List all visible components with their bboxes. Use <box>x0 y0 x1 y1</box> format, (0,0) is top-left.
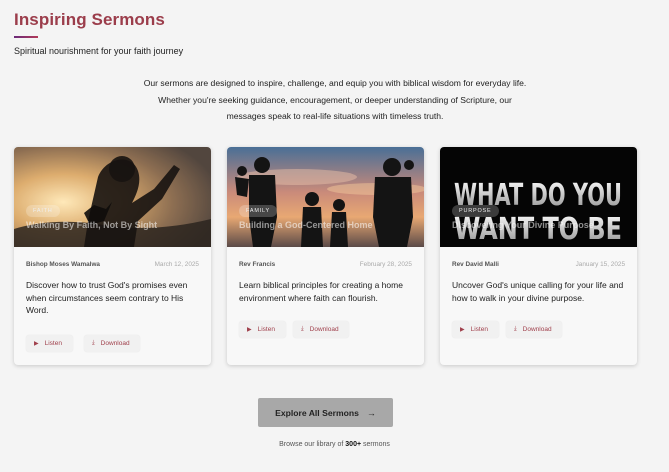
listen-label: Listen <box>470 326 488 333</box>
play-icon: ▶ <box>34 341 39 347</box>
sermon-description: Learn biblical principles for creating a… <box>239 280 403 303</box>
library-count: 300+ <box>345 441 362 448</box>
explore-label: Explore All Sermons <box>275 407 359 418</box>
download-icon: ⤓ <box>92 340 95 346</box>
play-icon: ▶ <box>247 327 252 333</box>
sermon-thumbnail[interactable]: FAITH Walking By Faith, Not By Sight <box>14 147 211 247</box>
intro-text: Our sermons are designed to inspire, cha… <box>110 75 560 125</box>
library-note: Browse our library of 300+ sermons <box>0 441 669 448</box>
sermon-date: February 28, 2025 <box>359 261 412 268</box>
sermon-card[interactable]: WHAT DO YOU WANT TO BE PURPOSE Discoveri… <box>440 147 637 365</box>
sermon-card[interactable]: FAMILY Building a God-Centered Home Rev … <box>227 147 424 365</box>
download-button[interactable]: ⤓ Download <box>84 335 140 352</box>
download-button[interactable]: ⤓ Download <box>293 321 349 338</box>
sermon-meta: Rev Francis February 28, 2025 <box>239 261 412 268</box>
library-prefix: Browse our library of <box>279 441 344 448</box>
listen-button[interactable]: ▶ Listen <box>452 321 499 338</box>
purpose-image: WHAT DO YOU WANT TO BE <box>440 147 637 247</box>
download-label: Download <box>100 340 130 347</box>
arrow-right-icon: → <box>366 407 376 418</box>
faith-image <box>14 147 211 247</box>
sermon-description: Discover how to trust God's promises eve… <box>26 280 188 315</box>
sermon-speaker: Bishop Moses Wamalwa <box>26 261 100 268</box>
intro-line: messages speak to real-life situations w… <box>226 111 444 121</box>
download-icon: ⤓ <box>301 326 304 332</box>
title-underline <box>14 36 38 38</box>
sermon-date: March 12, 2025 <box>154 261 199 268</box>
download-label: Download <box>522 326 552 333</box>
intro-line: Our sermons are designed to inspire, cha… <box>143 78 527 88</box>
intro-line: Whether you're seeking guidance, encoura… <box>158 94 512 105</box>
category-badge: PURPOSE <box>452 205 499 217</box>
page-subtitle: Spiritual nourishment for your faith jou… <box>14 46 184 56</box>
download-button[interactable]: ⤓ Download <box>506 321 562 338</box>
sermon-title: Building a God-Centered Home <box>239 220 373 230</box>
listen-label: Listen <box>44 340 62 347</box>
download-label: Download <box>309 326 339 333</box>
sermon-thumbnail[interactable]: FAMILY Building a God-Centered Home <box>227 147 424 247</box>
sermon-description: Uncover God's unique calling for your li… <box>452 280 624 303</box>
library-suffix: sermons <box>363 441 390 448</box>
sermon-thumbnail[interactable]: WHAT DO YOU WANT TO BE PURPOSE Discoveri… <box>440 147 637 247</box>
listen-label: Listen <box>257 326 275 333</box>
sermon-date: January 15, 2025 <box>575 261 625 268</box>
category-badge: FAITH <box>26 205 60 217</box>
family-image <box>227 147 424 247</box>
page-header: Inspiring Sermons Spiritual nourishment … <box>14 10 183 56</box>
sermon-meta: Bishop Moses Wamalwa March 12, 2025 <box>26 261 199 268</box>
download-icon: ⤓ <box>514 326 517 332</box>
sermon-meta: Rev David Malli January 15, 2025 <box>452 261 625 268</box>
page-title: Inspiring Sermons <box>14 10 165 29</box>
play-icon: ▶ <box>460 327 465 333</box>
sermon-speaker: Rev David Malli <box>452 261 499 268</box>
listen-button[interactable]: ▶ Listen <box>239 321 286 338</box>
sermon-title: Discovering Your Divine Purpose <box>452 220 594 230</box>
sermon-speaker: Rev Francis <box>239 261 276 268</box>
explore-all-button[interactable]: Explore All Sermons → <box>258 398 393 427</box>
sermon-title: Walking By Faith, Not By Sight <box>26 220 158 230</box>
sermon-card[interactable]: FAITH Walking By Faith, Not By Sight Bis… <box>14 147 211 365</box>
listen-button[interactable]: ▶ Listen <box>26 335 73 352</box>
category-badge: FAMILY <box>239 205 277 217</box>
